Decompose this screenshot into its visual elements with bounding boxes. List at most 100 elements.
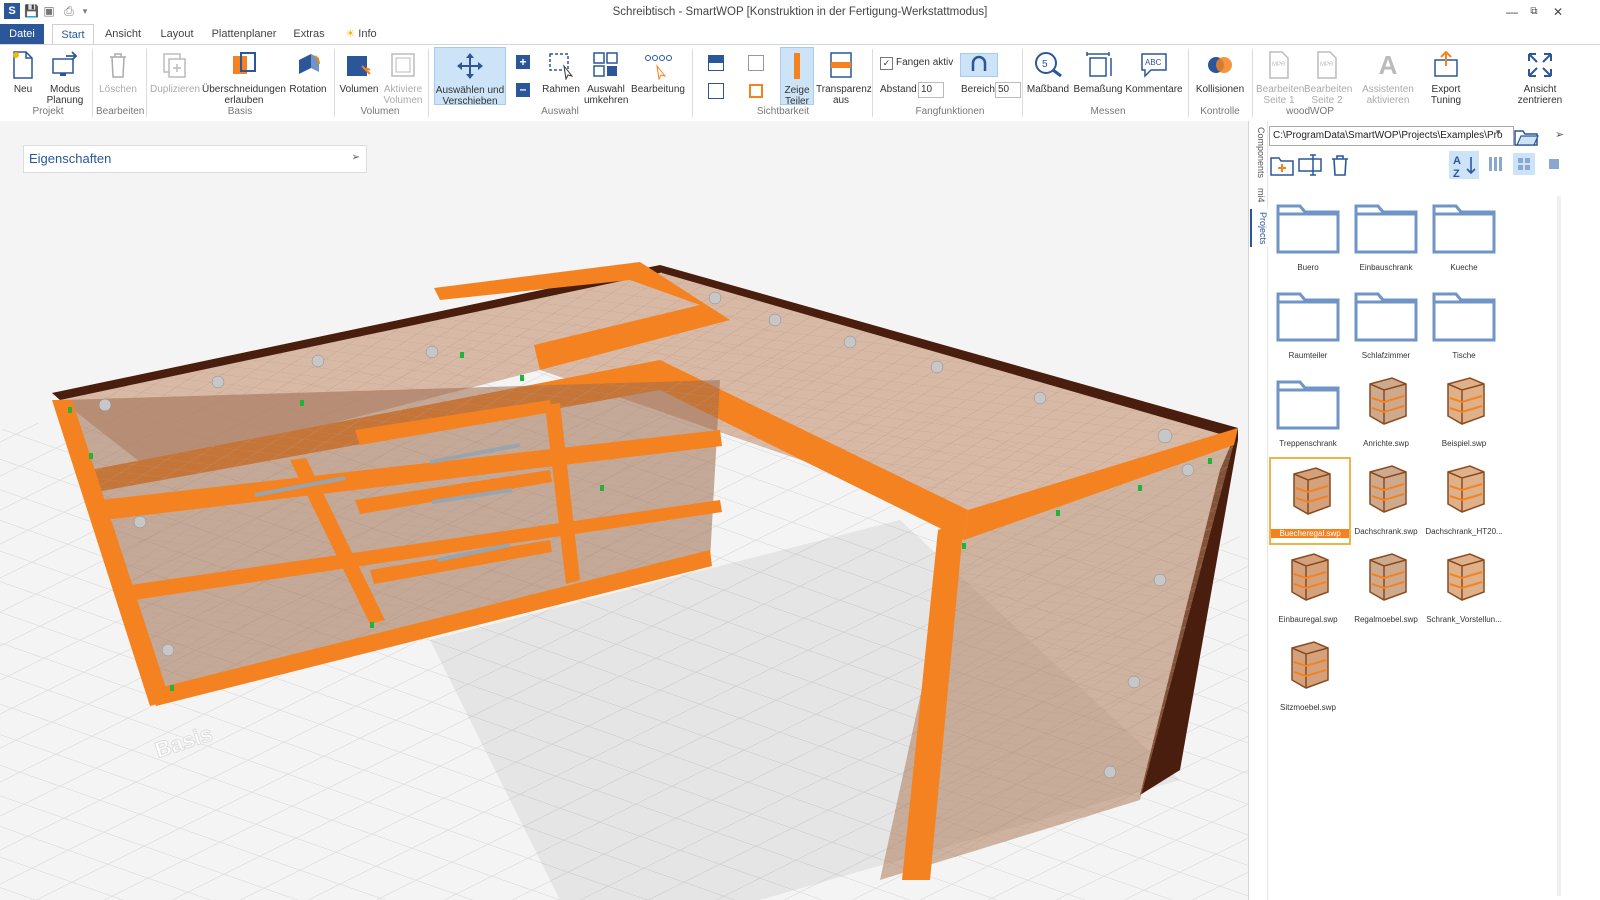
ribbon-tabs: Datei Start Ansicht Layout Plattenplaner…	[0, 24, 1600, 45]
ribbon-separator	[872, 49, 873, 117]
magnet-button[interactable]	[960, 53, 998, 77]
visibility-frame-icon[interactable]	[748, 55, 764, 71]
sort-az-button[interactable]: AZ	[1449, 151, 1479, 180]
snap-active-checkbox[interactable]: ✓	[880, 57, 893, 70]
file-name-label: Kueche	[1450, 263, 1478, 272]
range-field[interactable]: 50	[995, 82, 1021, 98]
volume-button[interactable]: Volumen	[338, 47, 380, 95]
delete-file-icon[interactable]	[1329, 153, 1351, 180]
measuring-tape-label: Maßband	[1026, 84, 1070, 95]
activate-volume-button[interactable]: Aktiviere Volumen	[382, 47, 424, 106]
folder-item[interactable]: Raumteiler	[1269, 281, 1347, 365]
visibility-outline-icon[interactable]	[708, 83, 724, 99]
file-name-label: Buecheregal.swp	[1271, 529, 1349, 538]
dimensioning-icon	[1082, 49, 1114, 81]
tab-file[interactable]: Datei	[0, 24, 44, 44]
scrollbar[interactable]	[1557, 196, 1561, 896]
tab-layout[interactable]: Layout	[156, 24, 198, 44]
transparency-button[interactable]: Transparenz aus	[816, 47, 872, 106]
extra-large-view-icon[interactable]	[1549, 159, 1559, 169]
project-file-item[interactable]: Regalmoebel.swp	[1347, 545, 1425, 629]
distance-field[interactable]: 10	[918, 82, 944, 98]
comments-button[interactable]: ABC Kommentare	[1124, 47, 1184, 95]
restore-icon[interactable]: ⧉	[1524, 4, 1544, 20]
3d-viewport[interactable]: Basis	[0, 121, 1248, 900]
mode-planning-button[interactable]: Modus Planung	[44, 47, 86, 106]
tab-planner[interactable]: Plattenplaner	[208, 24, 280, 44]
close-icon[interactable]: ✕	[1548, 4, 1568, 20]
invert-selection-label: Auswahl umkehren	[584, 84, 629, 106]
small-icons-view-icon[interactable]	[1489, 157, 1503, 171]
folder-item[interactable]: Kueche	[1425, 193, 1503, 277]
ribbon-separator	[334, 49, 335, 117]
add-selection-icon[interactable]: +	[516, 55, 530, 69]
range-label: Bereich	[961, 84, 995, 95]
export-tuning-button[interactable]: Export Tuning	[1422, 47, 1470, 106]
new-folder-icon[interactable]	[1269, 153, 1295, 180]
allow-intersections-button[interactable]: Überschneidungen erlauben	[202, 47, 286, 106]
group-basis-label: Basis	[227, 106, 253, 117]
ribbon-separator	[1022, 49, 1023, 117]
folder-item[interactable]: Buero	[1269, 193, 1347, 277]
project-file-item[interactable]: Dachschrank.swp	[1347, 457, 1425, 541]
show-parts-button[interactable]: Zeige Teiler	[780, 47, 814, 107]
folder-item[interactable]: Treppenschrank	[1269, 369, 1347, 453]
edit-mode-button[interactable]: Bearbeitung	[630, 47, 686, 95]
new-button[interactable]: Neu	[6, 47, 40, 95]
open-folder-icon[interactable]	[1513, 125, 1539, 150]
cabinet-thumbnail-icon	[1430, 547, 1498, 609]
measuring-tape-button[interactable]: 5 Maßband	[1026, 47, 1070, 95]
frame-button[interactable]: Rahmen	[540, 47, 582, 95]
folder-icon	[1430, 283, 1498, 345]
duplicate-button[interactable]: Duplizieren	[150, 47, 200, 95]
project-file-item[interactable]: Dachschrank_HT20...	[1425, 457, 1503, 541]
project-file-item[interactable]: Anrichte.swp	[1347, 369, 1425, 453]
visibility-highlight-icon[interactable]	[749, 84, 763, 98]
frame-label: Rahmen	[542, 84, 580, 95]
pin-icon[interactable]: ➢	[352, 152, 360, 163]
folder-item[interactable]: Tische	[1425, 281, 1503, 365]
tab-mi4[interactable]: mi4	[1250, 185, 1266, 205]
remove-selection-icon[interactable]: –	[516, 83, 530, 97]
side-tab-strip: Components mi4 Projects	[1249, 121, 1268, 900]
dimensioning-button[interactable]: Bemaßung	[1072, 47, 1124, 95]
project-file-item[interactable]: Einbauregal.swp	[1269, 545, 1347, 629]
rename-icon[interactable]	[1297, 153, 1325, 180]
project-file-item[interactable]: Beispiel.swp	[1425, 369, 1503, 453]
file-name-label: Treppenschrank	[1279, 439, 1337, 448]
delete-button[interactable]: Löschen	[98, 47, 138, 95]
large-icons-view-button[interactable]	[1513, 153, 1535, 175]
folder-item[interactable]: Schlafzimmer	[1347, 281, 1425, 365]
edit-page1-button[interactable]: MPR Bearbeiten Seite 1	[1256, 47, 1304, 106]
file-name-label: Dachschrank_HT20...	[1425, 527, 1503, 536]
center-view-button[interactable]: Ansicht zentrieren	[1514, 47, 1566, 106]
visibility-top-icon[interactable]	[708, 55, 724, 71]
path-dropdown-icon[interactable]: ▾	[1496, 127, 1501, 138]
tab-info[interactable]: ☀ Info	[340, 24, 382, 44]
edit-page2-button[interactable]: MPR Bearbeiten Seite 2	[1304, 47, 1352, 106]
properties-panel[interactable]: Eigenschaften ➢	[23, 145, 367, 173]
show-parts-label: Zeige Teiler	[784, 85, 810, 107]
cabinet-thumbnail-icon	[1352, 371, 1420, 433]
path-field[interactable]: C:\ProgramData\SmartWOP\Projects\Example…	[1269, 126, 1514, 146]
3d-scene[interactable]: Basis	[0, 121, 1248, 900]
minimize-icon[interactable]: —	[1502, 4, 1522, 20]
comment-icon: ABC	[1138, 49, 1170, 81]
folder-item[interactable]: Einbauschrank	[1347, 193, 1425, 277]
rotation-button[interactable]: Rotation	[288, 47, 328, 95]
tab-components[interactable]: Components	[1250, 125, 1266, 181]
collisions-button[interactable]: Kollisionen	[1192, 47, 1248, 95]
invert-selection-button[interactable]: Auswahl umkehren	[584, 47, 628, 106]
tab-projects[interactable]: Projects	[1250, 209, 1268, 247]
title-bar: S 💾 ▣ ⎙ ▾ Schreibtisch - SmartWOP [Konst…	[0, 0, 1600, 26]
tab-view[interactable]: Ansicht	[100, 24, 146, 44]
project-file-item[interactable]: Schrank_Vorstellun...	[1425, 545, 1503, 629]
pin-panel-icon[interactable]: ➢	[1555, 128, 1564, 141]
assistants-button[interactable]: A Assistenten aktivieren	[1360, 47, 1416, 107]
tab-start[interactable]: Start	[52, 24, 94, 45]
select-move-button[interactable]: Auswählen und Verschieben	[434, 47, 506, 107]
ribbon-separator	[92, 49, 93, 117]
project-file-item[interactable]: Sitzmoebel.swp	[1269, 633, 1347, 717]
project-file-item[interactable]: Buecheregal.swp	[1269, 457, 1351, 545]
tab-extras[interactable]: Extras	[290, 24, 328, 44]
